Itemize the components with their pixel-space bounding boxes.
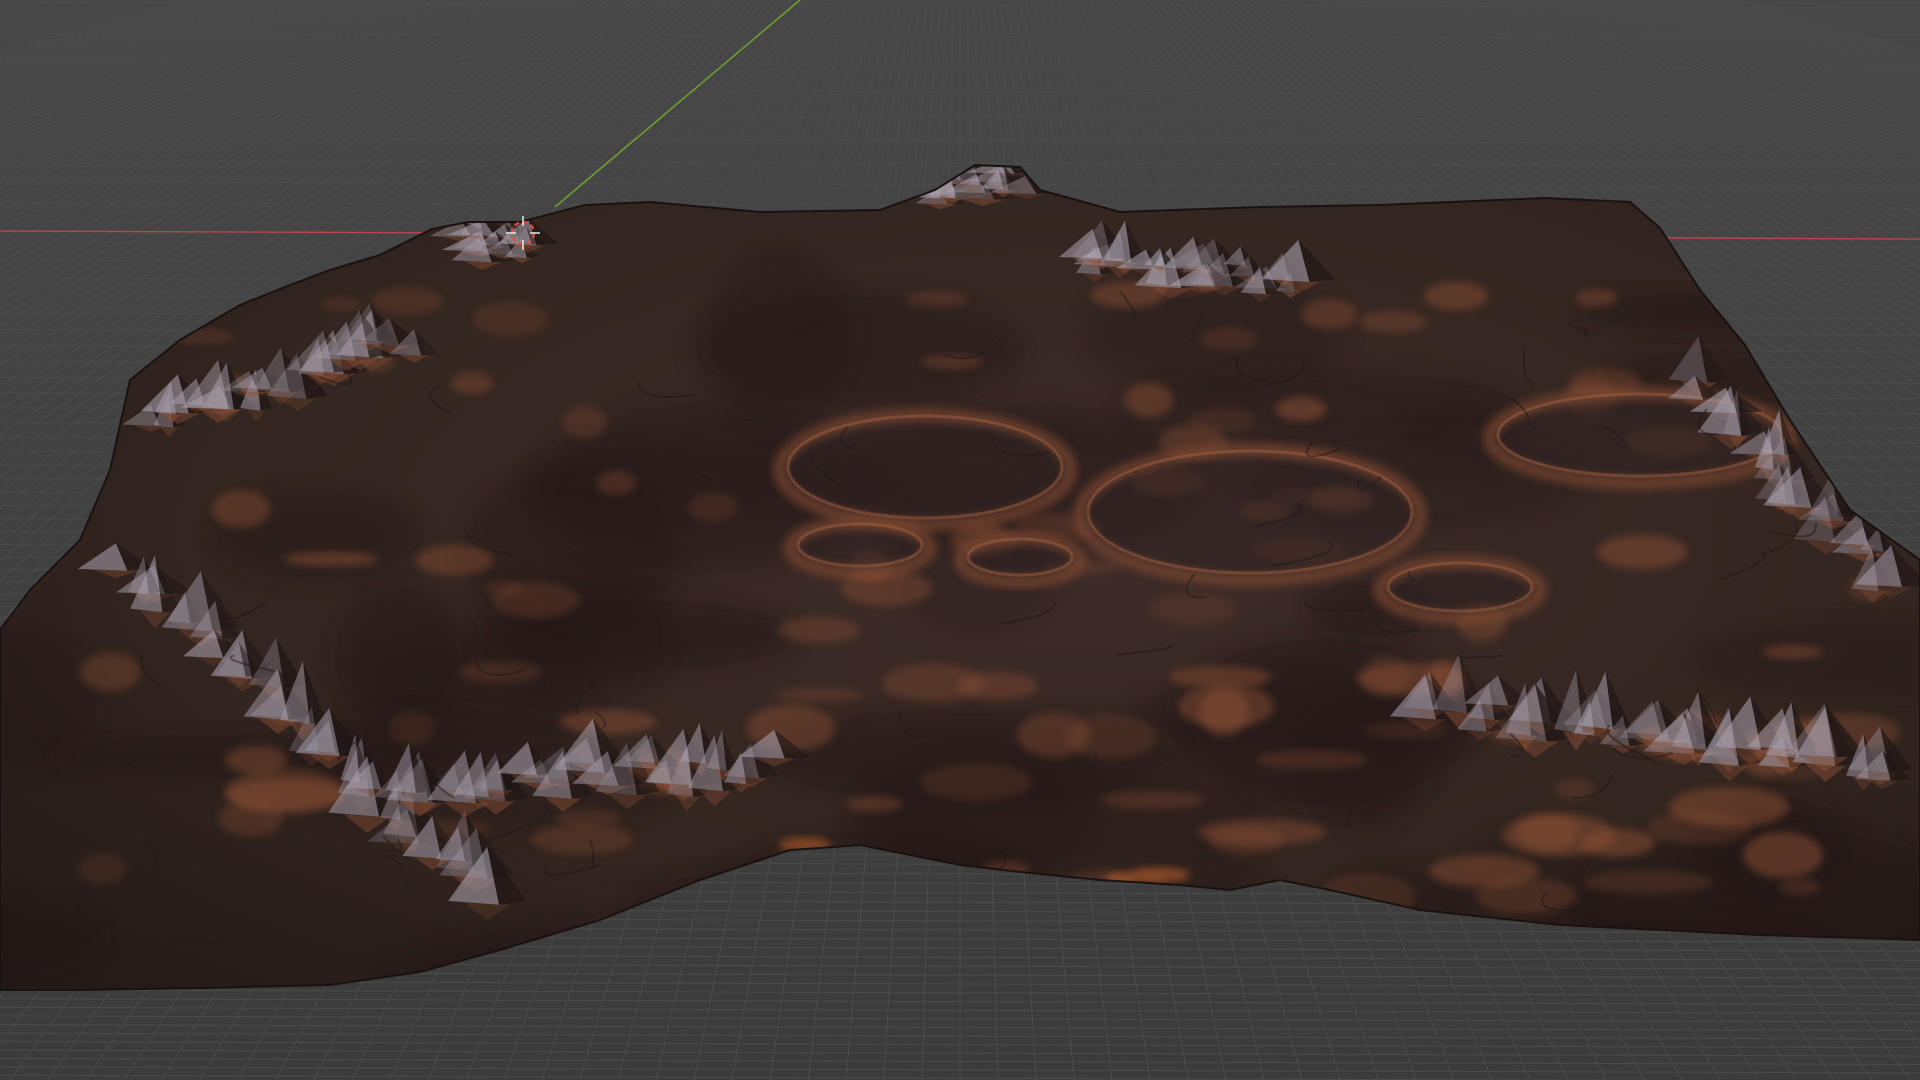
3d-viewport[interactable] bbox=[0, 0, 1920, 1080]
